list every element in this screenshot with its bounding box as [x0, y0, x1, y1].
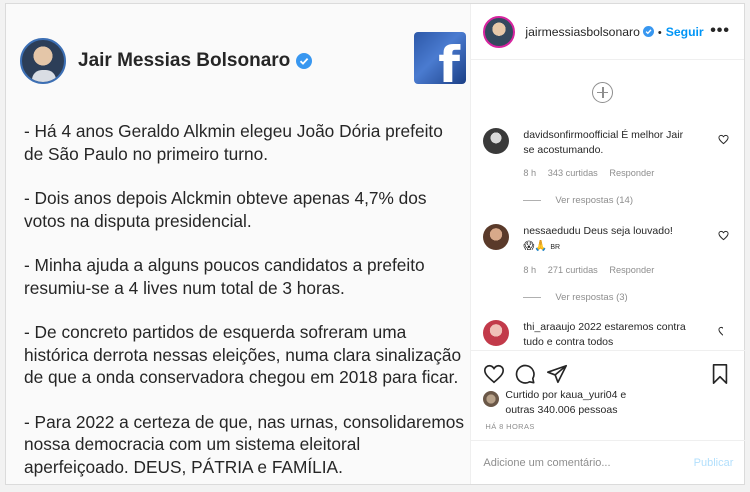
comment-likes[interactable]: 271 curtidas [548, 265, 598, 275]
comment-emoji: 😱🙏 [523, 239, 548, 252]
liked-by-prefix: Curtido por [505, 389, 558, 401]
comments-sidebar: jairmessiasbolsonaro • Seguir ••• davidson… [470, 4, 746, 484]
comment-like-heart-icon[interactable] [718, 326, 724, 337]
share-send-icon[interactable] [546, 363, 568, 385]
view-replies-label: Ver respostas (14) [555, 195, 633, 206]
follow-button[interactable]: Seguir [666, 25, 704, 39]
verified-badge-icon [642, 25, 654, 37]
post-paragraph: - De concreto partidos de esquerda sofre… [24, 322, 462, 387]
comment-username[interactable]: davidsonfirmoofficial [523, 129, 618, 141]
post-paragraph: - Há 4 anos Geraldo Alkmin elegeu João D… [24, 121, 443, 164]
post-header: jairmessiasbolsonaro • Seguir ••• [471, 4, 744, 60]
liked-by-others[interactable]: outras 340.006 pessoas [505, 404, 617, 416]
comment-body: nessaedudu Deus seja louvado! 😱🙏 BR [523, 224, 695, 255]
liked-by-text: Curtido por kaua_yuri04 e outras 340.006… [505, 388, 626, 417]
comment-item: nessaedudu Deus seja louvado! 😱🙏 BR 8 h … [483, 224, 729, 314]
author-avatar-image [20, 38, 66, 84]
like-heart-icon[interactable] [483, 363, 505, 385]
comment-username[interactable]: thi_araaujo [523, 321, 575, 333]
liked-by-avatar[interactable] [483, 391, 500, 407]
save-bookmark-icon[interactable] [709, 363, 731, 385]
verified-badge-icon [296, 53, 313, 69]
comment-item: thi_araaujo 2022 estaremos contra tudo e… [483, 320, 724, 350]
load-more-comments-icon[interactable] [592, 82, 614, 103]
post-image[interactable]: Jair Messias Bolsonaro f - Há 4 anos Ger… [6, 4, 471, 484]
comment-body: thi_araaujo 2022 estaremos contra tudo e… [523, 320, 695, 349]
post-paragraph: - Dois anos depois Alckmin obteve apenas… [24, 188, 427, 231]
publish-button[interactable]: Publicar [694, 457, 734, 469]
liked-by: Curtido por kaua_yuri04 e outras 340.006… [483, 388, 626, 417]
post-text: - Há 4 anos Geraldo Alkmin elegeu João D… [24, 120, 464, 484]
view-replies-label: Ver respostas (3) [555, 292, 628, 303]
comment-input[interactable] [483, 456, 694, 469]
comment-avatar[interactable] [483, 224, 510, 250]
image-author-name: Jair Messias Bolsonaro [78, 50, 313, 72]
view-replies-button[interactable]: Ver respostas (3) [523, 292, 627, 303]
comment-username[interactable]: nessaedudu [523, 225, 580, 237]
more-options-icon[interactable]: ••• [710, 22, 730, 40]
image-author-label: Jair Messias Bolsonaro [78, 50, 291, 71]
flag-label: BR [550, 243, 561, 251]
comment-text: Deus seja louvado! [583, 225, 673, 237]
post-modal: Jair Messias Bolsonaro f - Há 4 anos Ger… [5, 3, 746, 485]
post-paragraph: - Para 2022 a certeza de que, nas urnas,… [24, 411, 464, 477]
liked-by-user[interactable]: kaua_yuri04 [560, 389, 617, 401]
comment-bubble-icon[interactable] [514, 363, 536, 385]
action-bar [471, 350, 746, 390]
facebook-logo-icon: f [414, 32, 466, 84]
liked-by-connector: e [620, 389, 627, 401]
header-separator: • [657, 26, 662, 39]
comment-like-heart-icon[interactable] [718, 134, 729, 145]
add-comment-box: Publicar [471, 440, 746, 484]
reply-button[interactable]: Responder [609, 265, 654, 275]
view-replies-button[interactable]: Ver respostas (14) [523, 195, 633, 206]
comment-avatar[interactable] [483, 320, 510, 346]
header-user: jairmessiasbolsonaro • Seguir [525, 25, 703, 39]
post-paragraph: - Minha ajuda a alguns poucos candidatos… [24, 255, 425, 298]
comment-item: davidsonfirmoofficial É melhor Jair se a… [483, 128, 729, 218]
header-avatar[interactable] [483, 15, 516, 48]
comment-likes[interactable]: 343 curtidas [548, 168, 598, 178]
header-username[interactable]: jairmessiasbolsonaro [525, 25, 639, 39]
comment-like-heart-icon[interactable] [718, 230, 729, 241]
comment-meta: 8 h 271 curtidas Responder [523, 265, 663, 275]
post-time-ago[interactable]: HÁ 8 HORAS [485, 422, 534, 431]
comment-time: 8 h [523, 168, 537, 178]
comment-meta: 8 h 343 curtidas Responder [523, 168, 663, 178]
image-header: Jair Messias Bolsonaro [20, 38, 313, 84]
reply-button[interactable]: Responder [609, 168, 654, 178]
comment-body: davidsonfirmoofficial É melhor Jair se a… [523, 128, 695, 157]
comment-time: 8 h [523, 265, 537, 275]
comment-avatar[interactable] [483, 128, 510, 154]
